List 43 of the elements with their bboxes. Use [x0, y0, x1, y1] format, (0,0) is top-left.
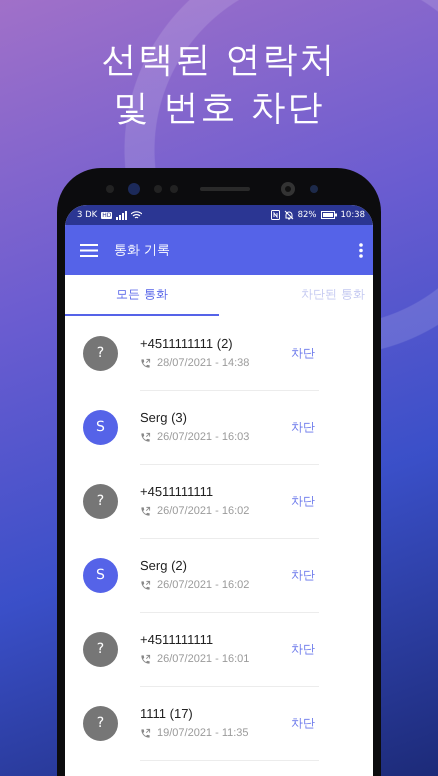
- caller-name: +4511111111 (2): [140, 336, 234, 351]
- battery-percent-text: 82%: [298, 210, 316, 220]
- block-button[interactable]: 차단: [287, 636, 319, 662]
- outgoing-call-icon: [140, 728, 151, 738]
- block-button[interactable]: 차단: [287, 340, 319, 366]
- clock-text: 10:38: [340, 210, 365, 220]
- block-button[interactable]: 차단: [287, 414, 319, 440]
- contact-avatar: ?: [83, 336, 118, 370]
- call-date: 26/07/2021 - 16:03: [157, 431, 250, 443]
- contact-avatar: ?: [83, 706, 118, 740]
- battery-icon: [320, 211, 336, 219]
- contact-avatar: ?: [83, 484, 118, 518]
- caller-name: 1111 (17): [140, 706, 194, 721]
- headline-text: 및 번호 차단: [113, 87, 325, 130]
- nfc-icon: [270, 210, 280, 220]
- contact-avatar: S: [83, 558, 118, 592]
- block-button[interactable]: 차단: [287, 488, 319, 514]
- outgoing-call-icon: [140, 358, 151, 368]
- contact-avatar: S: [83, 410, 118, 444]
- outgoing-call-icon: [140, 432, 151, 442]
- menu-icon[interactable]: [80, 244, 98, 256]
- caller-name: Serg (2): [140, 558, 188, 573]
- caller-name: +4511111111: [140, 484, 214, 499]
- call-date: 28/07/2021 - 14:38: [157, 357, 250, 369]
- signal-icon: [116, 210, 128, 220]
- caller-name: +4511111111: [140, 632, 214, 647]
- call-date: 26/07/2021 - 16:02: [157, 579, 250, 591]
- carrier-text: 3 DK: [77, 210, 98, 220]
- call-date: 26/07/2021 - 16:01: [157, 653, 250, 665]
- block-button[interactable]: 차단: [287, 710, 319, 736]
- more-options-icon[interactable]: [359, 242, 363, 258]
- caller-name: Serg (3): [140, 410, 188, 425]
- call-date: 26/07/2021 - 16:02: [157, 505, 250, 517]
- outgoing-call-icon: [140, 654, 151, 664]
- call-date: 19/07/2021 - 11:35: [157, 727, 249, 739]
- bell-off-icon: [284, 210, 294, 220]
- block-button[interactable]: 차단: [287, 562, 319, 588]
- app-bar-title: 통화 기록: [114, 242, 170, 259]
- outgoing-call-icon: [140, 580, 151, 590]
- wifi-icon: [131, 210, 142, 220]
- outgoing-call-icon: [140, 506, 151, 516]
- headline-text: 선택된 연락처: [101, 39, 337, 82]
- contact-avatar: ?: [83, 632, 118, 666]
